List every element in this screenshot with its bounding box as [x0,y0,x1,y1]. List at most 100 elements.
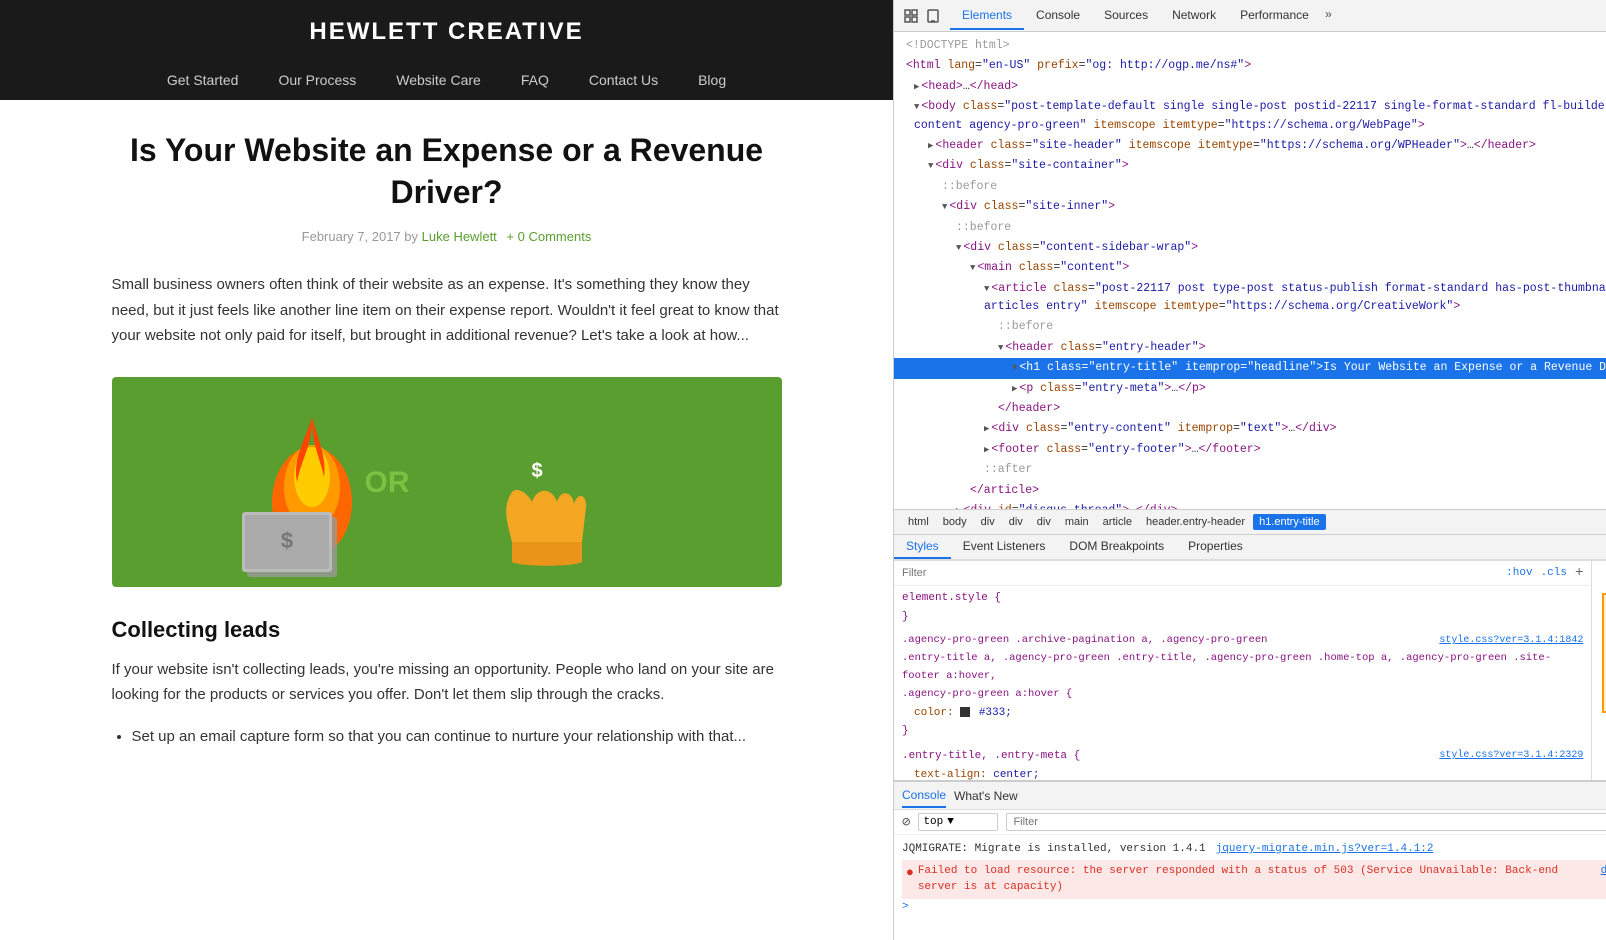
add-style-icon[interactable]: + [1575,565,1583,581]
styles-panel: :hov .cls + element.style { } .agency-pr… [894,560,1606,780]
console-filter-input[interactable] [1006,813,1606,831]
css-source-2[interactable]: style.css?ver=3.1.4:2329 [1439,747,1583,766]
tab-sources[interactable]: Sources [1092,2,1160,30]
bc-html[interactable]: html [902,514,935,530]
html-line-header[interactable]: <header class="site-header" itemscope it… [894,136,1606,156]
html-line-head[interactable]: <head>…</head> [894,77,1606,97]
console-clear-icon[interactable]: ⊘ [902,814,910,831]
nav-faq[interactable]: FAQ [501,60,569,100]
error-icon: ● [906,863,914,883]
more-tabs[interactable]: » [1321,2,1336,30]
css-source-1[interactable]: style.css?ver=3.1.4:1842 [1439,632,1583,650]
console-prompt[interactable]: > [902,899,1606,915]
post-author[interactable]: Luke Hewlett [422,229,497,244]
bc-main[interactable]: main [1059,514,1095,530]
tab-network[interactable]: Network [1160,2,1228,30]
html-line-body[interactable]: <body class="post-template-default singl… [894,97,1606,136]
console-tab-whats-new[interactable]: What's New [954,785,1018,807]
html-line-html[interactable]: <html lang="en-US" prefix="og: http://og… [894,56,1606,76]
html-line-csw[interactable]: <div class="content-sidebar-wrap"> [894,238,1606,258]
cls-button[interactable]: .cls [1541,567,1567,579]
console-context-value: top [923,816,943,828]
section-heading: Collecting leads [112,617,782,643]
console-toolbar: ⊘ top ▼ All levels ▼ ⚙ [894,810,1606,835]
list-item: Set up an email capture form so that you… [132,724,782,750]
tab-dom-breakpoints[interactable]: DOM Breakpoints [1057,535,1176,559]
console-body: JQMIGRATE: Migrate is installed, version… [894,835,1606,940]
html-line-article[interactable]: <article class="post-22117 post type-pos… [894,279,1606,318]
section-text: If your website isn't collecting leads, … [112,657,782,708]
html-line-entry-footer[interactable]: <footer class="entry-footer">…</footer> [894,440,1606,460]
bc-h1-entry-title[interactable]: h1.entry-title [1253,514,1326,530]
bc-article[interactable]: article [1097,514,1138,530]
elements-panel: <!DOCTYPE html> <html lang="en-US" prefi… [894,32,1606,509]
nav-blog[interactable]: Blog [678,60,746,100]
devtools-icons [902,7,942,25]
html-line-header-close: </header> [894,399,1606,419]
console-msg-jqmigrate: JQMIGRATE: Migrate is installed, version… [902,839,1606,860]
bc-div2[interactable]: div [1003,514,1029,530]
html-line-entry-header[interactable]: <header class="entry-header"> [894,338,1606,358]
post-comments[interactable]: + 0 Comments [506,229,591,244]
html-line-before2: ::before [894,218,1606,238]
box-outer: margin border padding - 720 × 72 [1602,593,1606,713]
inspect-icon[interactable] [902,7,920,25]
console-panel: Console What's New ✕ ⊘ top ▼ All levels … [894,780,1606,940]
bc-div3[interactable]: div [1031,514,1057,530]
console-context-select[interactable]: top ▼ [918,813,998,831]
nav-our-process[interactable]: Our Process [258,60,376,100]
bc-header-entry-header[interactable]: header.entry-header [1140,514,1251,530]
console-error-text: Failed to load resource: the server resp… [918,863,1591,896]
styles-left: :hov .cls + element.style { } .agency-pr… [894,561,1591,780]
site-title: HEWLETT CREATIVE [0,18,893,60]
console-msg-error: ● Failed to load resource: the server re… [902,860,1606,899]
html-line-article-close: </article> [894,481,1606,501]
devtools-header: Elements Console Sources Network Perform… [894,0,1606,32]
section-list: Set up an email capture form so that you… [112,724,782,750]
post-date: February 7, 2017 [302,229,401,244]
html-line-h1[interactable]: <h1 class="entry-title" itemprop="headli… [894,358,1606,378]
post-content: Is Your Website an Expense or a Revenue … [52,100,842,789]
html-line-entry-content[interactable]: <div class="entry-content" itemprop="tex… [894,419,1606,439]
html-line-doctype[interactable]: <!DOCTYPE html> [894,36,1606,56]
hov-button[interactable]: :hov [1506,567,1532,579]
bc-div1[interactable]: div [975,514,1001,530]
html-line-main[interactable]: <main class="content"> [894,258,1606,278]
svg-text:$: $ [280,528,292,553]
tab-styles[interactable]: Styles [894,535,951,559]
post-meta: February 7, 2017 by Luke Hewlett + 0 Com… [112,229,782,244]
css-rule-agency: .agency-pro-green .archive-pagination a,… [894,629,1591,744]
tab-performance[interactable]: Performance [1228,2,1321,30]
nav-website-care[interactable]: Website Care [376,60,501,100]
html-line-site-container[interactable]: <div class="site-container"> [894,156,1606,176]
website-panel: HEWLETT CREATIVE Get Started Our Process… [0,0,893,940]
svg-text:$: $ [531,460,542,482]
post-excerpt: Small business owners often think of the… [112,272,782,349]
css-rule-entry-title: .entry-title, .entry-meta { style.css?ve… [894,744,1591,780]
console-context-chevron: ▼ [947,816,954,828]
bc-body[interactable]: body [937,514,973,530]
html-line-before1: ::before [894,177,1606,197]
html-line-disqus[interactable]: <div id="disqus_thread">…</div> [894,501,1606,509]
prompt-arrow: > [902,901,909,913]
styles-tabs: Styles Event Listeners DOM Breakpoints P… [894,535,1606,560]
devtools-tabs: Elements Console Sources Network Perform… [950,2,1606,30]
post-illustration: $ OR $ [162,382,732,582]
html-line-site-inner[interactable]: <div class="site-inner"> [894,197,1606,217]
breadcrumb-bar: html body div div div main article heade… [894,509,1606,535]
html-line-entry-meta[interactable]: <p class="entry-meta">…</p> [894,379,1606,399]
tab-elements[interactable]: Elements [950,2,1024,30]
console-msg-link[interactable]: jquery-migrate.min.js?ver=1.4.1:2 [1216,841,1434,858]
nav-contact-us[interactable]: Contact Us [569,60,678,100]
html-line-before3: ::before [894,317,1606,337]
tab-properties[interactable]: Properties [1176,535,1255,559]
tab-console[interactable]: Console [1024,2,1092,30]
nav-get-started[interactable]: Get Started [147,60,259,100]
tab-event-listeners[interactable]: Event Listeners [951,535,1058,559]
devtools-panel: Elements Console Sources Network Perform… [893,0,1606,940]
post-image: $ OR $ [112,377,782,587]
console-error-link[interactable]: dc.arrivalist.com/ [1601,863,1606,880]
console-tab-console[interactable]: Console [902,784,946,808]
device-icon[interactable] [924,7,942,25]
styles-filter-input[interactable] [902,567,1498,579]
